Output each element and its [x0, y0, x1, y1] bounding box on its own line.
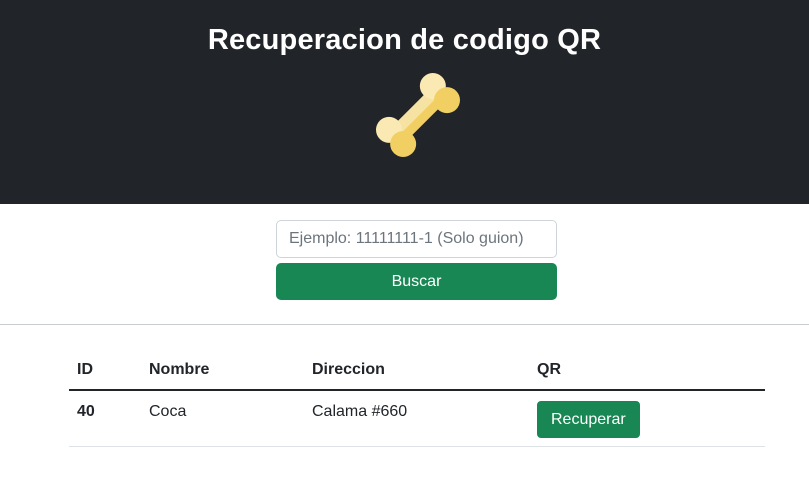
page-title: Recuperacion de codigo QR	[207, 24, 602, 56]
search-input[interactable]	[276, 220, 557, 258]
cell-qr: Recuperar	[529, 390, 765, 447]
bone-icon	[376, 73, 460, 157]
section-divider	[0, 324, 809, 325]
cell-id: 40	[69, 390, 141, 447]
table-row: 40 Coca Calama #660 Recuperar	[69, 390, 765, 447]
recover-qr-button[interactable]: Recuperar	[537, 401, 640, 438]
header-banner: Recuperacion de codigo QR	[0, 0, 809, 204]
column-header-qr: QR	[529, 350, 765, 391]
column-header-id: ID	[69, 350, 141, 391]
column-header-direccion: Direccion	[304, 350, 529, 391]
search-button[interactable]: Buscar	[276, 263, 557, 300]
results-table: ID Nombre Direccion QR 40 Coca Calama #6…	[69, 350, 765, 447]
table-header-row: ID Nombre Direccion QR	[69, 350, 765, 391]
cell-direccion: Calama #660	[304, 390, 529, 447]
cell-nombre: Coca	[141, 390, 304, 447]
column-header-nombre: Nombre	[141, 350, 304, 391]
